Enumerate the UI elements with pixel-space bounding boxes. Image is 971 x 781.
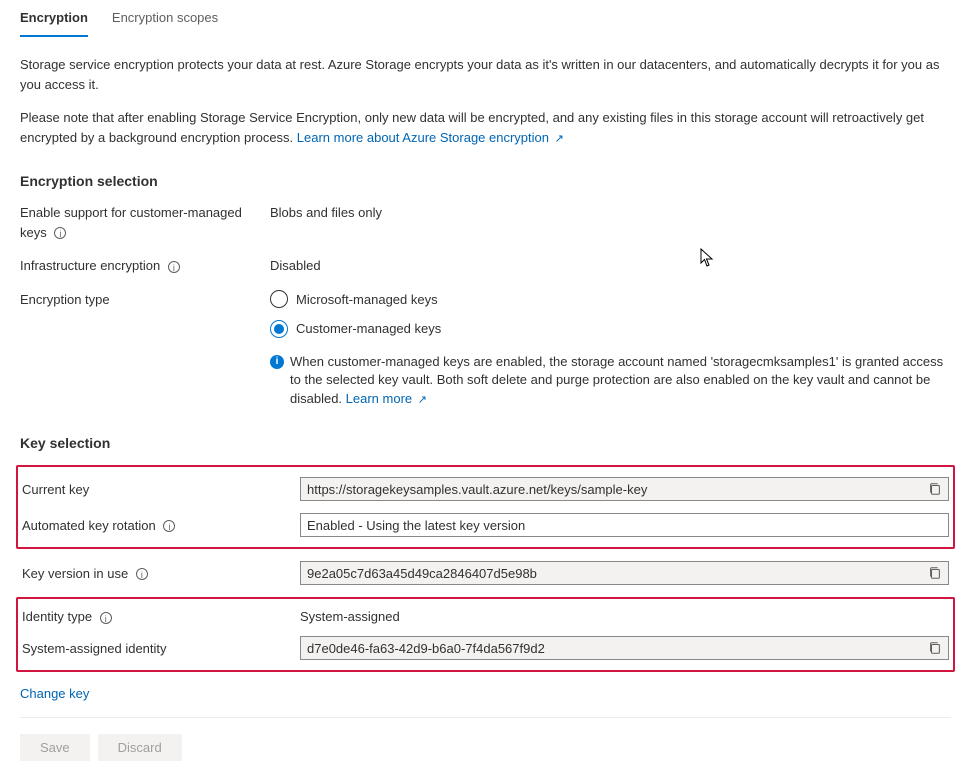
info-icon: i [270, 355, 284, 369]
learn-more-encryption-link[interactable]: Learn more about Azure Storage encryptio… [297, 130, 564, 145]
divider [20, 717, 951, 718]
save-button[interactable]: Save [20, 734, 90, 761]
external-link-icon: ↗ [418, 394, 427, 406]
highlight-box-1: Current key https://storagekeysamples.va… [16, 465, 955, 549]
change-key-link[interactable]: Change key [20, 686, 89, 701]
info-icon[interactable]: i [168, 261, 180, 273]
copy-icon[interactable] [928, 566, 942, 580]
radio-ms-keys[interactable]: Microsoft-managed keys [270, 290, 951, 310]
label-auto-rotation-text: Automated key rotation [22, 518, 156, 533]
label-support-cmk-text: Enable support for customer-managed keys [20, 205, 242, 240]
learn-more-cmk-label: Learn more [346, 391, 412, 406]
external-link-icon: ↗ [555, 133, 564, 145]
info-icon[interactable]: i [100, 612, 112, 624]
info-icon[interactable]: i [163, 520, 175, 532]
label-identity-type-text: Identity type [22, 609, 92, 624]
label-sys-identity: System-assigned identity [22, 641, 300, 656]
label-enc-type: Encryption type [20, 290, 270, 310]
value-infra-enc: Disabled [270, 256, 951, 276]
info-icon[interactable]: i [54, 227, 66, 239]
label-identity-type: Identity type i [22, 609, 300, 624]
radio-ms-keys-label: Microsoft-managed keys [296, 290, 438, 310]
discard-button[interactable]: Discard [98, 734, 182, 761]
label-current-key: Current key [22, 482, 300, 497]
learn-more-encryption-link-label: Learn more about Azure Storage encryptio… [297, 130, 549, 145]
field-key-version[interactable]: 9e2a05c7d63a45d49ca2846407d5e98b [300, 561, 949, 585]
field-sys-identity[interactable]: d7e0de46-fa63-42d9-b6a0-7f4da567f9d2 [300, 636, 949, 660]
copy-icon[interactable] [928, 641, 942, 655]
intro-text-1: Storage service encryption protects your… [20, 55, 951, 94]
label-key-version-text: Key version in use [22, 566, 128, 581]
learn-more-cmk-link[interactable]: Learn more ↗ [346, 391, 427, 406]
value-support-cmk: Blobs and files only [270, 203, 951, 223]
copy-icon[interactable] [928, 482, 942, 496]
tab-encryption[interactable]: Encryption [20, 0, 88, 37]
label-infra-enc: Infrastructure encryption i [20, 256, 270, 276]
radio-cmk-label: Customer-managed keys [296, 319, 441, 339]
radio-icon [270, 290, 288, 308]
field-sys-identity-value: d7e0de46-fa63-42d9-b6a0-7f4da567f9d2 [307, 641, 928, 656]
field-key-version-value: 9e2a05c7d63a45d49ca2846407d5e98b [307, 566, 928, 581]
intro-text-2: Please note that after enabling Storage … [20, 108, 951, 147]
label-auto-rotation: Automated key rotation i [22, 518, 300, 533]
radio-icon-checked [270, 320, 288, 338]
section-key-selection: Key selection [20, 435, 951, 451]
field-current-key-value: https://storagekeysamples.vault.azure.ne… [307, 482, 928, 497]
info-icon[interactable]: i [136, 568, 148, 580]
radio-cmk[interactable]: Customer-managed keys [270, 319, 951, 339]
encryption-type-radio-group: Microsoft-managed keys Customer-managed … [270, 290, 951, 410]
tab-encryption-scopes[interactable]: Encryption scopes [112, 0, 218, 37]
value-identity-type: System-assigned [300, 609, 949, 624]
field-auto-rotation-value: Enabled - Using the latest key version [307, 518, 942, 533]
field-auto-rotation[interactable]: Enabled - Using the latest key version [300, 513, 949, 537]
highlight-box-2: Identity type i System-assigned System-a… [16, 597, 955, 672]
tabs: Encryption Encryption scopes [20, 0, 951, 37]
section-encryption-selection: Encryption selection [20, 173, 951, 189]
cmk-info-note: i When customer-managed keys are enabled… [270, 353, 951, 410]
label-key-version: Key version in use i [22, 566, 300, 581]
field-current-key[interactable]: https://storagekeysamples.vault.azure.ne… [300, 477, 949, 501]
label-infra-enc-text: Infrastructure encryption [20, 258, 160, 273]
label-support-cmk: Enable support for customer-managed keys… [20, 203, 270, 242]
